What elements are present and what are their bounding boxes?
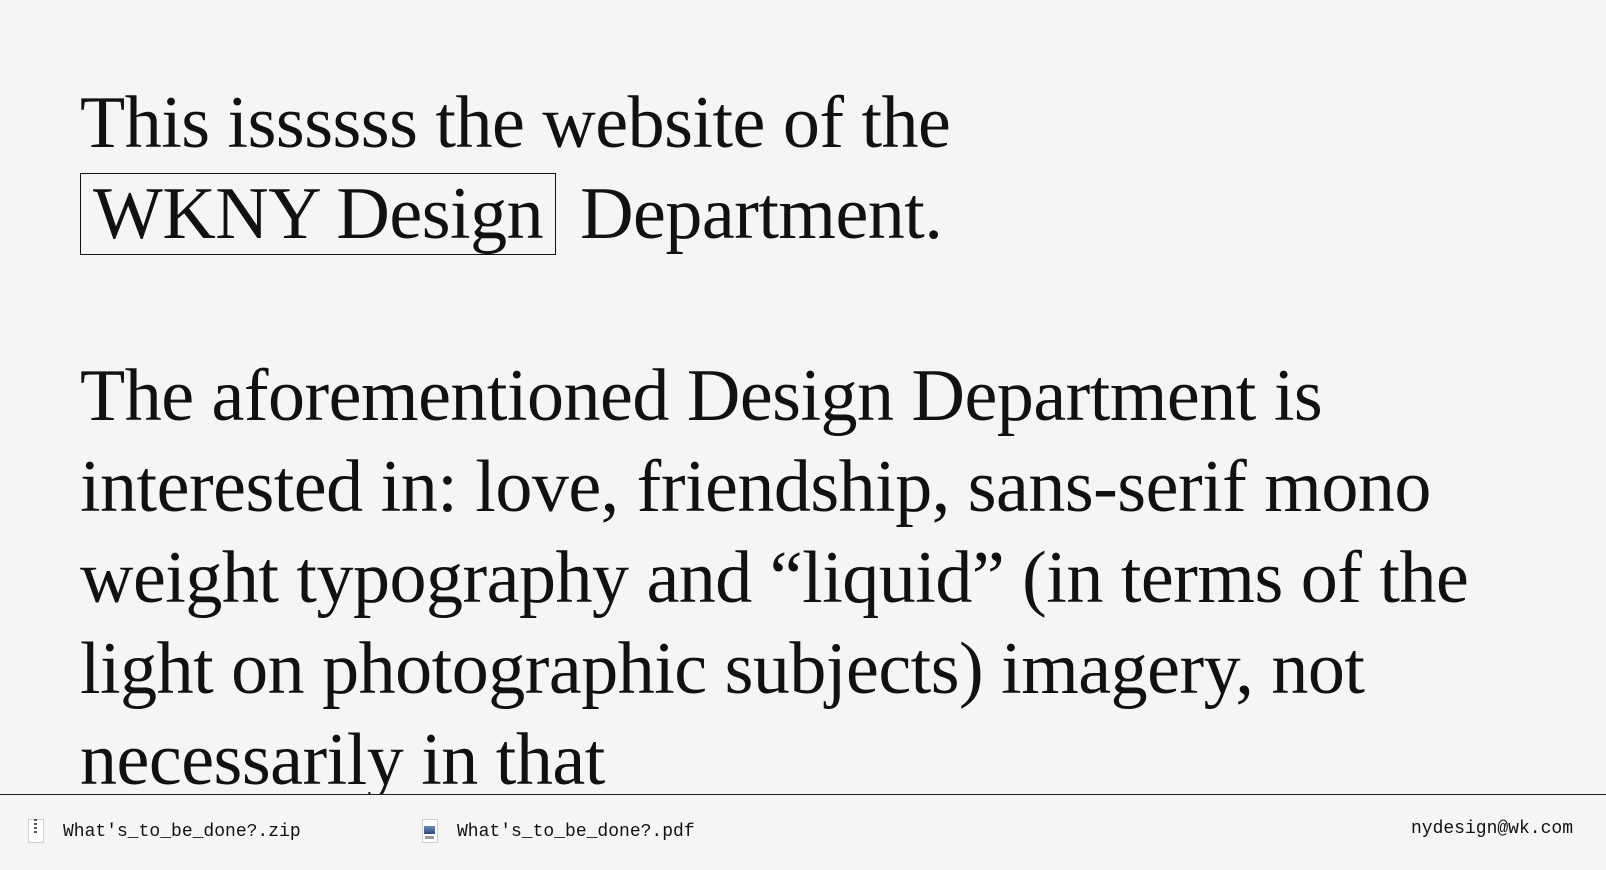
content-block: This issssss the website of the WKNY Des… [80,78,1480,794]
pdf-file-label: What's_to_be_done?.pdf [457,822,695,842]
zip-zipper-mark [34,819,37,835]
intro-suffix: Department. [580,173,943,255]
zip-file-label: What's_to_be_done?.zip [63,822,301,842]
zip-file-icon [27,819,47,845]
pdf-file-icon [421,819,441,845]
zip-download-link[interactable]: What's_to_be_done?.zip [27,819,301,845]
department-name-box: WKNY Design [80,173,557,255]
main-content-area: This issssss the website of the WKNY Des… [0,0,1606,794]
description-paragraph: The aforementioned Design Department is … [80,355,1469,794]
pdf-download-link[interactable]: What's_to_be_done?.pdf [421,819,695,845]
intro-prefix: This issssss the website of the [80,82,951,164]
page: This issssss the website of the WKNY Des… [0,0,1606,870]
intro-paragraph: This issssss the website of the WKNY Des… [80,78,1480,260]
email-link[interactable]: nydesign@wk.com [1411,819,1573,839]
pdf-file-tag [425,836,434,839]
footer-bar: What's_to_be_done?.zip What's_to_be_done… [0,794,1606,870]
pdf-file-band [424,826,435,834]
